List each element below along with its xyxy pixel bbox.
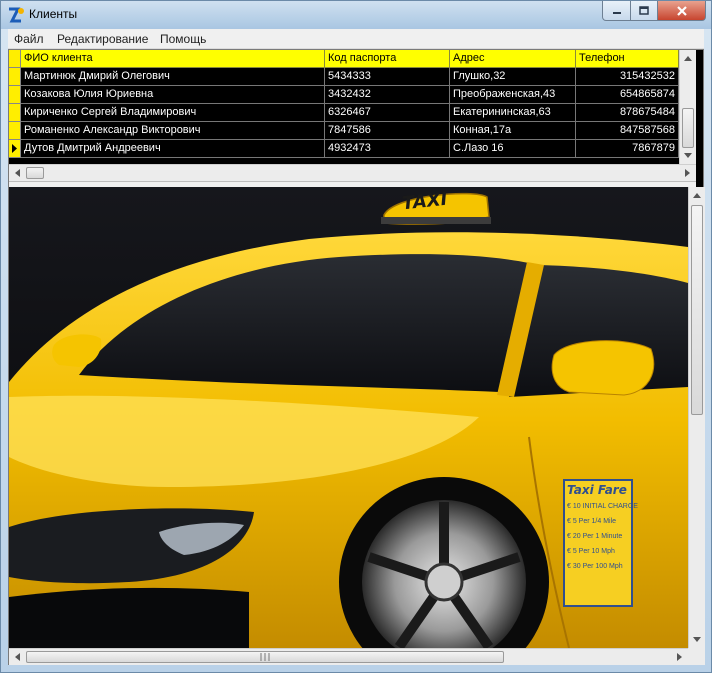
minimize-button[interactable] [602,1,631,21]
menu-help[interactable]: Помощь [160,32,206,46]
main-horizontal-thumb[interactable] [26,651,504,663]
grid-header-row: ФИО клиента Код паспорта Адрес Телефон [9,50,679,68]
table-row[interactable]: Романенко Александр Викторович 7847586 К… [9,122,679,140]
column-header-name[interactable]: ФИО клиента [21,50,325,68]
minimize-icon [612,11,621,14]
row-indicator [9,50,21,68]
cell-address[interactable]: Конная,17а [450,122,576,140]
arrow-down-icon [693,636,701,642]
row-indicator[interactable] [9,104,21,122]
clients-grid[interactable]: ФИО клиента Код паспорта Адрес Телефон М… [9,50,679,164]
cell-name[interactable]: Мартинюк Дмирий Олегович [21,68,325,86]
row-indicator[interactable] [9,122,21,140]
cell-passport[interactable]: 4932473 [325,140,450,158]
menu-edit[interactable]: Редактирование [57,32,148,46]
cell-name[interactable]: Дутов Дмитрий Андреевич [21,140,325,158]
close-icon [676,5,687,16]
cell-address[interactable]: Екатерининская,63 [450,104,576,122]
scroll-up-button[interactable] [689,187,705,203]
main-horizontal-scrollbar[interactable] [9,648,688,665]
app-icon [9,7,24,23]
column-header-passport[interactable]: Код паспорта [325,50,450,68]
fare-line: € 20 Per 1 Minute [567,533,623,540]
cell-passport[interactable]: 5434333 [325,68,450,86]
cell-phone[interactable]: 315432532 [576,68,679,86]
close-button[interactable] [657,1,706,21]
table-row-current[interactable]: Дутов Дмитрий Андреевич 4932473 С.Лазо 1… [9,140,679,158]
fare-line: € 10 INITIAL CHARGE [567,503,638,510]
cell-address[interactable]: Преображенская,43 [450,86,576,104]
fare-line: € 30 Per 100 Mph [567,563,623,570]
taxi-fare-title: Taxi Fare [567,483,627,497]
taxi-fare-panel: Taxi Fare € 10 INITIAL CHARGE € 5 Per 1/… [563,479,638,607]
cell-name[interactable]: Романенко Александр Викторович [21,122,325,140]
menu-file[interactable]: Файл [14,32,44,46]
scrollbar-corner [688,648,705,665]
arrow-down-icon [684,152,692,158]
clients-window: Клиенты Файл Редактирование Помощь ФИО к… [0,0,712,673]
arrow-left-icon [14,653,20,661]
cell-passport[interactable]: 3432432 [325,86,450,104]
cell-passport[interactable]: 6326467 [325,104,450,122]
grid-vertical-thumb[interactable] [682,108,694,148]
cell-passport[interactable]: 7847586 [325,122,450,140]
cell-phone[interactable]: 7867879 [576,140,679,158]
fare-line: € 5 Per 1/4 Mile [567,518,617,525]
arrow-right-icon [684,169,690,177]
cell-phone[interactable]: 847587568 [576,122,679,140]
grid-horizontal-thumb[interactable] [26,167,44,179]
scroll-up-button[interactable] [680,50,696,66]
cell-name[interactable]: Козакова Юлия Юриевна [21,86,325,104]
row-indicator[interactable] [9,86,21,104]
column-header-phone[interactable]: Телефон [576,50,679,68]
arrow-right-icon [676,653,682,661]
cell-address[interactable]: С.Лазо 16 [450,140,576,158]
main-vertical-thumb[interactable] [691,205,703,415]
title-bar[interactable]: Клиенты [1,1,711,29]
taxi-image: TAXI Taxi Fare € 10 INITIAL CHARGE € 5 P… [9,187,688,648]
cell-phone[interactable]: 654865874 [576,86,679,104]
current-row-arrow-icon [12,144,17,153]
window-title: Клиенты [29,7,78,21]
cell-phone[interactable]: 878675484 [576,104,679,122]
fare-line: € 5 Per 10 Mph [567,548,615,555]
table-row[interactable]: Мартинюк Дмирий Олегович 5434333 Глушко,… [9,68,679,86]
scroll-right-button[interactable] [679,165,695,181]
scroll-down-button[interactable] [680,147,696,163]
menu-bar: Файл Редактирование Помощь [8,29,704,49]
grid-vertical-scrollbar[interactable] [679,50,696,164]
main-vertical-scrollbar[interactable] [688,187,705,648]
grip-icon [260,653,270,661]
row-indicator[interactable] [9,68,21,86]
scroll-right-button[interactable] [671,649,687,665]
arrow-left-icon [14,169,20,177]
maximize-icon [639,6,649,15]
arrow-up-icon [684,55,692,61]
cell-address[interactable]: Глушко,32 [450,68,576,86]
scroll-left-button[interactable] [9,165,25,181]
scroll-down-button[interactable] [689,631,705,647]
client-area: ФИО клиента Код паспорта Адрес Телефон М… [8,49,705,665]
grid-horizontal-scrollbar[interactable] [9,164,696,181]
cell-name[interactable]: Кириченко Сергей Владимирович [21,104,325,122]
column-header-address[interactable]: Адрес [450,50,576,68]
scroll-left-button[interactable] [9,649,25,665]
table-row[interactable]: Козакова Юлия Юриевна 3432432 Преображен… [9,86,679,104]
table-row[interactable]: Кириченко Сергей Владимирович 6326467 Ек… [9,104,679,122]
arrow-up-icon [693,192,701,198]
row-indicator-current[interactable] [9,140,21,158]
maximize-button[interactable] [630,1,658,21]
